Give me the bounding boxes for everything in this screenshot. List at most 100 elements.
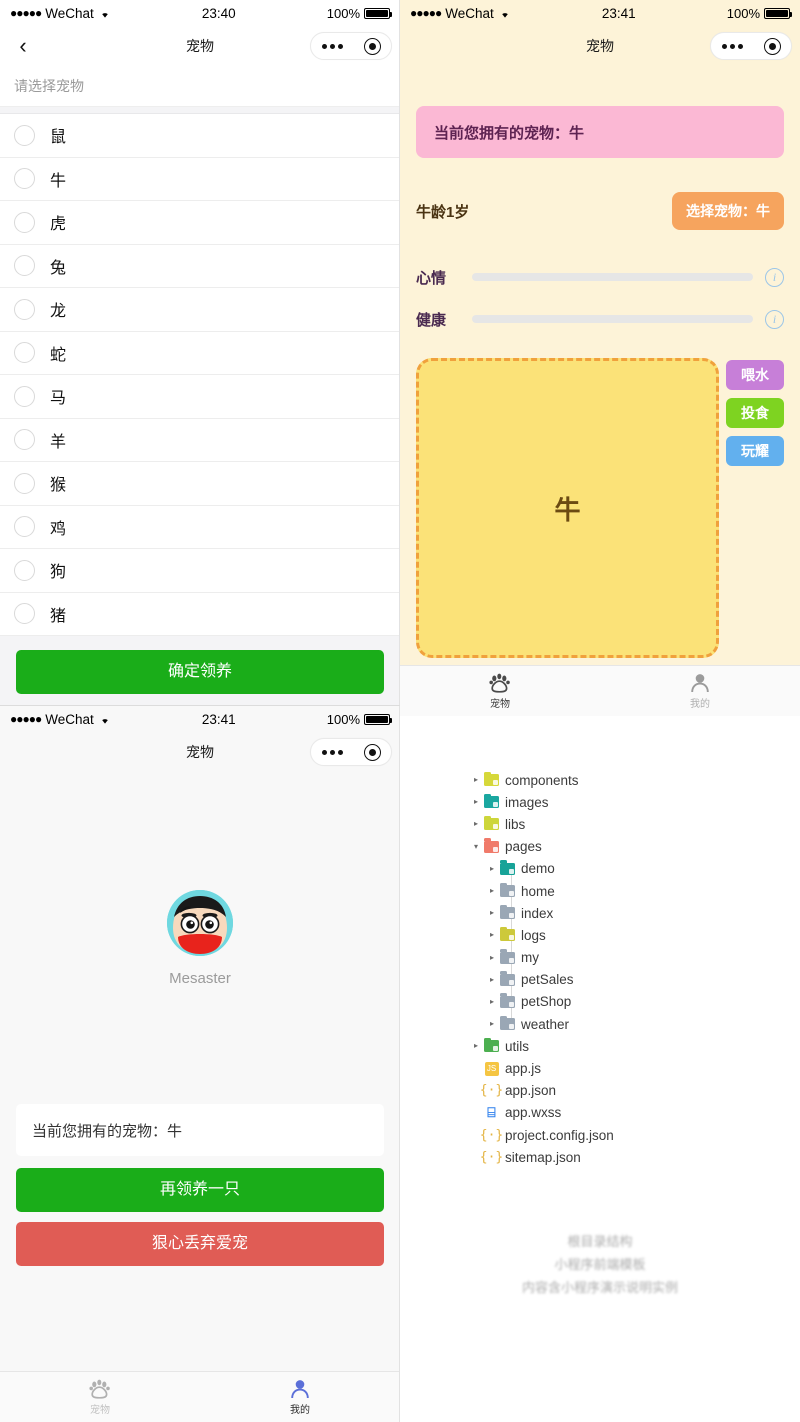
abandon-pet-button[interactable]: 狠心丢弃爱宠	[16, 1222, 384, 1266]
pet-radio-row[interactable]: 兔	[0, 245, 400, 288]
status-bar-time: 23:41	[201, 711, 236, 727]
pet-home-screen: ●●●●● WeChat 23:41 100% 宠物 当前您拥有的宠物：牛 牛龄…	[400, 0, 800, 665]
tab-my[interactable]: 我的	[600, 673, 800, 710]
pet-radio-row[interactable]: 蛇	[0, 332, 400, 375]
profile-header: Mesaster	[0, 772, 400, 1104]
pet-radio-row[interactable]: 狗	[0, 549, 400, 593]
tree-node[interactable]: ▸ weather	[470, 1013, 800, 1035]
pet-radio-row[interactable]: 龙	[0, 288, 400, 332]
pet-option-label: 兔	[50, 259, 67, 277]
info-circle-icon[interactable]: i	[765, 267, 784, 287]
adopt-again-button[interactable]: 再领养一只	[16, 1168, 384, 1212]
tree-node[interactable]: ▸ demo	[470, 858, 800, 880]
radio-circle-icon[interactable]	[14, 298, 35, 320]
radio-circle-icon[interactable]	[14, 342, 35, 364]
more-dots-icon[interactable]	[321, 43, 343, 49]
pet-radio-row[interactable]: 牛	[0, 158, 400, 201]
tree-node[interactable]: ▸ libs	[470, 813, 800, 835]
tree-node[interactable]: ⌸ app.wxss	[470, 1102, 800, 1124]
tree-node[interactable]: {·} project.config.json	[470, 1124, 800, 1146]
pet-radio-row[interactable]: 猪	[0, 593, 400, 636]
avatar[interactable]	[167, 889, 233, 956]
folder-icon	[482, 815, 501, 831]
wechat-capsule[interactable]	[310, 32, 392, 60]
more-dots-icon[interactable]	[721, 43, 743, 49]
chevron-right-icon[interactable]: ▸	[486, 997, 498, 1006]
pet-radio-row[interactable]: 虎	[0, 201, 400, 245]
pet-radio-row[interactable]: 鼠	[0, 114, 400, 158]
chevron-right-icon[interactable]: ▸	[470, 776, 482, 784]
back-arrow-icon[interactable]: ‹	[8, 31, 38, 61]
radio-circle-icon[interactable]	[14, 168, 35, 190]
chevron-right-icon[interactable]: ▸	[470, 798, 482, 806]
chevron-right-icon[interactable]: ▸	[470, 1042, 482, 1050]
close-target-icon[interactable]	[363, 37, 381, 55]
more-dots-icon[interactable]	[321, 749, 343, 755]
feed-water-button[interactable]: 喂水	[726, 360, 784, 390]
health-progress-track	[472, 315, 753, 323]
radio-circle-icon[interactable]	[14, 472, 35, 494]
close-target-icon[interactable]	[763, 37, 781, 55]
tree-node[interactable]: ▸ home	[470, 880, 800, 902]
chevron-right-icon[interactable]: ▸	[486, 953, 498, 962]
radio-circle-icon[interactable]	[14, 124, 35, 146]
mood-progress-track	[472, 273, 753, 281]
tree-node[interactable]: ▸ images	[470, 791, 800, 813]
chevron-right-icon[interactable]: ▸	[470, 820, 482, 828]
owned-pet-banner: 当前您拥有的宠物：牛	[416, 106, 784, 158]
chevron-right-icon[interactable]: ▸	[486, 931, 498, 939]
tab-pets[interactable]: 宠物	[0, 1379, 200, 1416]
close-target-icon[interactable]	[363, 743, 381, 761]
info-circle-icon[interactable]: i	[765, 309, 784, 329]
confirm-adopt-button[interactable]: 确定领养	[16, 650, 384, 694]
play-button[interactable]: 玩耀	[726, 436, 784, 466]
tree-node[interactable]: ▸ petShop	[470, 991, 800, 1013]
tree-node-label: app.wxss	[505, 1105, 562, 1121]
chevron-right-icon[interactable]: ▸	[486, 864, 498, 873]
tree-node[interactable]: ▸ index	[470, 902, 800, 924]
tab-my[interactable]: 我的	[200, 1379, 400, 1416]
tree-node[interactable]: {·} app.json	[470, 1080, 800, 1102]
wechat-capsule[interactable]	[710, 32, 792, 60]
radio-circle-icon[interactable]	[14, 603, 35, 625]
tree-node[interactable]: ▸ petSales	[470, 969, 800, 991]
chevron-right-icon[interactable]: ▸	[486, 975, 498, 984]
tree-node[interactable]: ▸ logs	[470, 924, 800, 946]
tree-node[interactable]: {·} sitemap.json	[470, 1146, 800, 1168]
js-file-icon: JS	[482, 1061, 501, 1076]
tree-node[interactable]: ▾ pages	[470, 836, 800, 858]
pet-radio-row[interactable]: 马	[0, 375, 400, 419]
chevron-right-icon[interactable]: ▸	[486, 909, 498, 917]
tree-node[interactable]: ▸ my	[470, 947, 800, 969]
pet-stage[interactable]: 牛	[416, 358, 719, 658]
chevron-right-icon[interactable]: ▸	[486, 1020, 498, 1028]
radio-circle-icon[interactable]	[14, 516, 35, 538]
radio-circle-icon[interactable]	[14, 559, 35, 581]
status-bar: ●●●●● WeChat 23:40 100%	[0, 0, 400, 26]
wechat-capsule[interactable]	[310, 738, 392, 766]
battery-percent-label: 100%	[726, 5, 760, 21]
tree-node-label: utils	[505, 1038, 530, 1054]
tree-node-label: demo	[521, 861, 555, 877]
tree-node-label: app.json	[505, 1083, 557, 1099]
pet-radio-row[interactable]: 鸡	[0, 506, 400, 549]
tab-pets-label: 宠物	[90, 1404, 110, 1416]
radio-circle-icon[interactable]	[14, 385, 35, 407]
folder-icon	[482, 771, 501, 787]
feed-food-button[interactable]: 投食	[726, 398, 784, 428]
pet-option-label: 马	[50, 390, 67, 408]
radio-circle-icon[interactable]	[14, 211, 35, 233]
select-pet-button[interactable]: 选择宠物：牛	[672, 192, 784, 230]
tree-node[interactable]: JS app.js	[470, 1057, 800, 1079]
tree-node[interactable]: ▸ components	[470, 769, 800, 791]
pet-radio-row[interactable]: 猴	[0, 462, 400, 506]
radio-circle-icon[interactable]	[14, 255, 35, 277]
pet-radio-row[interactable]: 羊	[0, 419, 400, 462]
file-explorer-screen: 宠物 我的 ▸ components ▸ images ▸ libs ▾ pages ▸ demo…	[400, 665, 800, 1422]
chevron-down-icon[interactable]: ▾	[470, 842, 482, 851]
tree-node[interactable]: ▸ utils	[470, 1035, 800, 1057]
pet-option-label: 狗	[50, 564, 67, 582]
chevron-right-icon[interactable]: ▸	[486, 887, 498, 895]
tab-pets[interactable]: 宠物	[400, 673, 600, 710]
radio-circle-icon[interactable]	[14, 429, 35, 451]
